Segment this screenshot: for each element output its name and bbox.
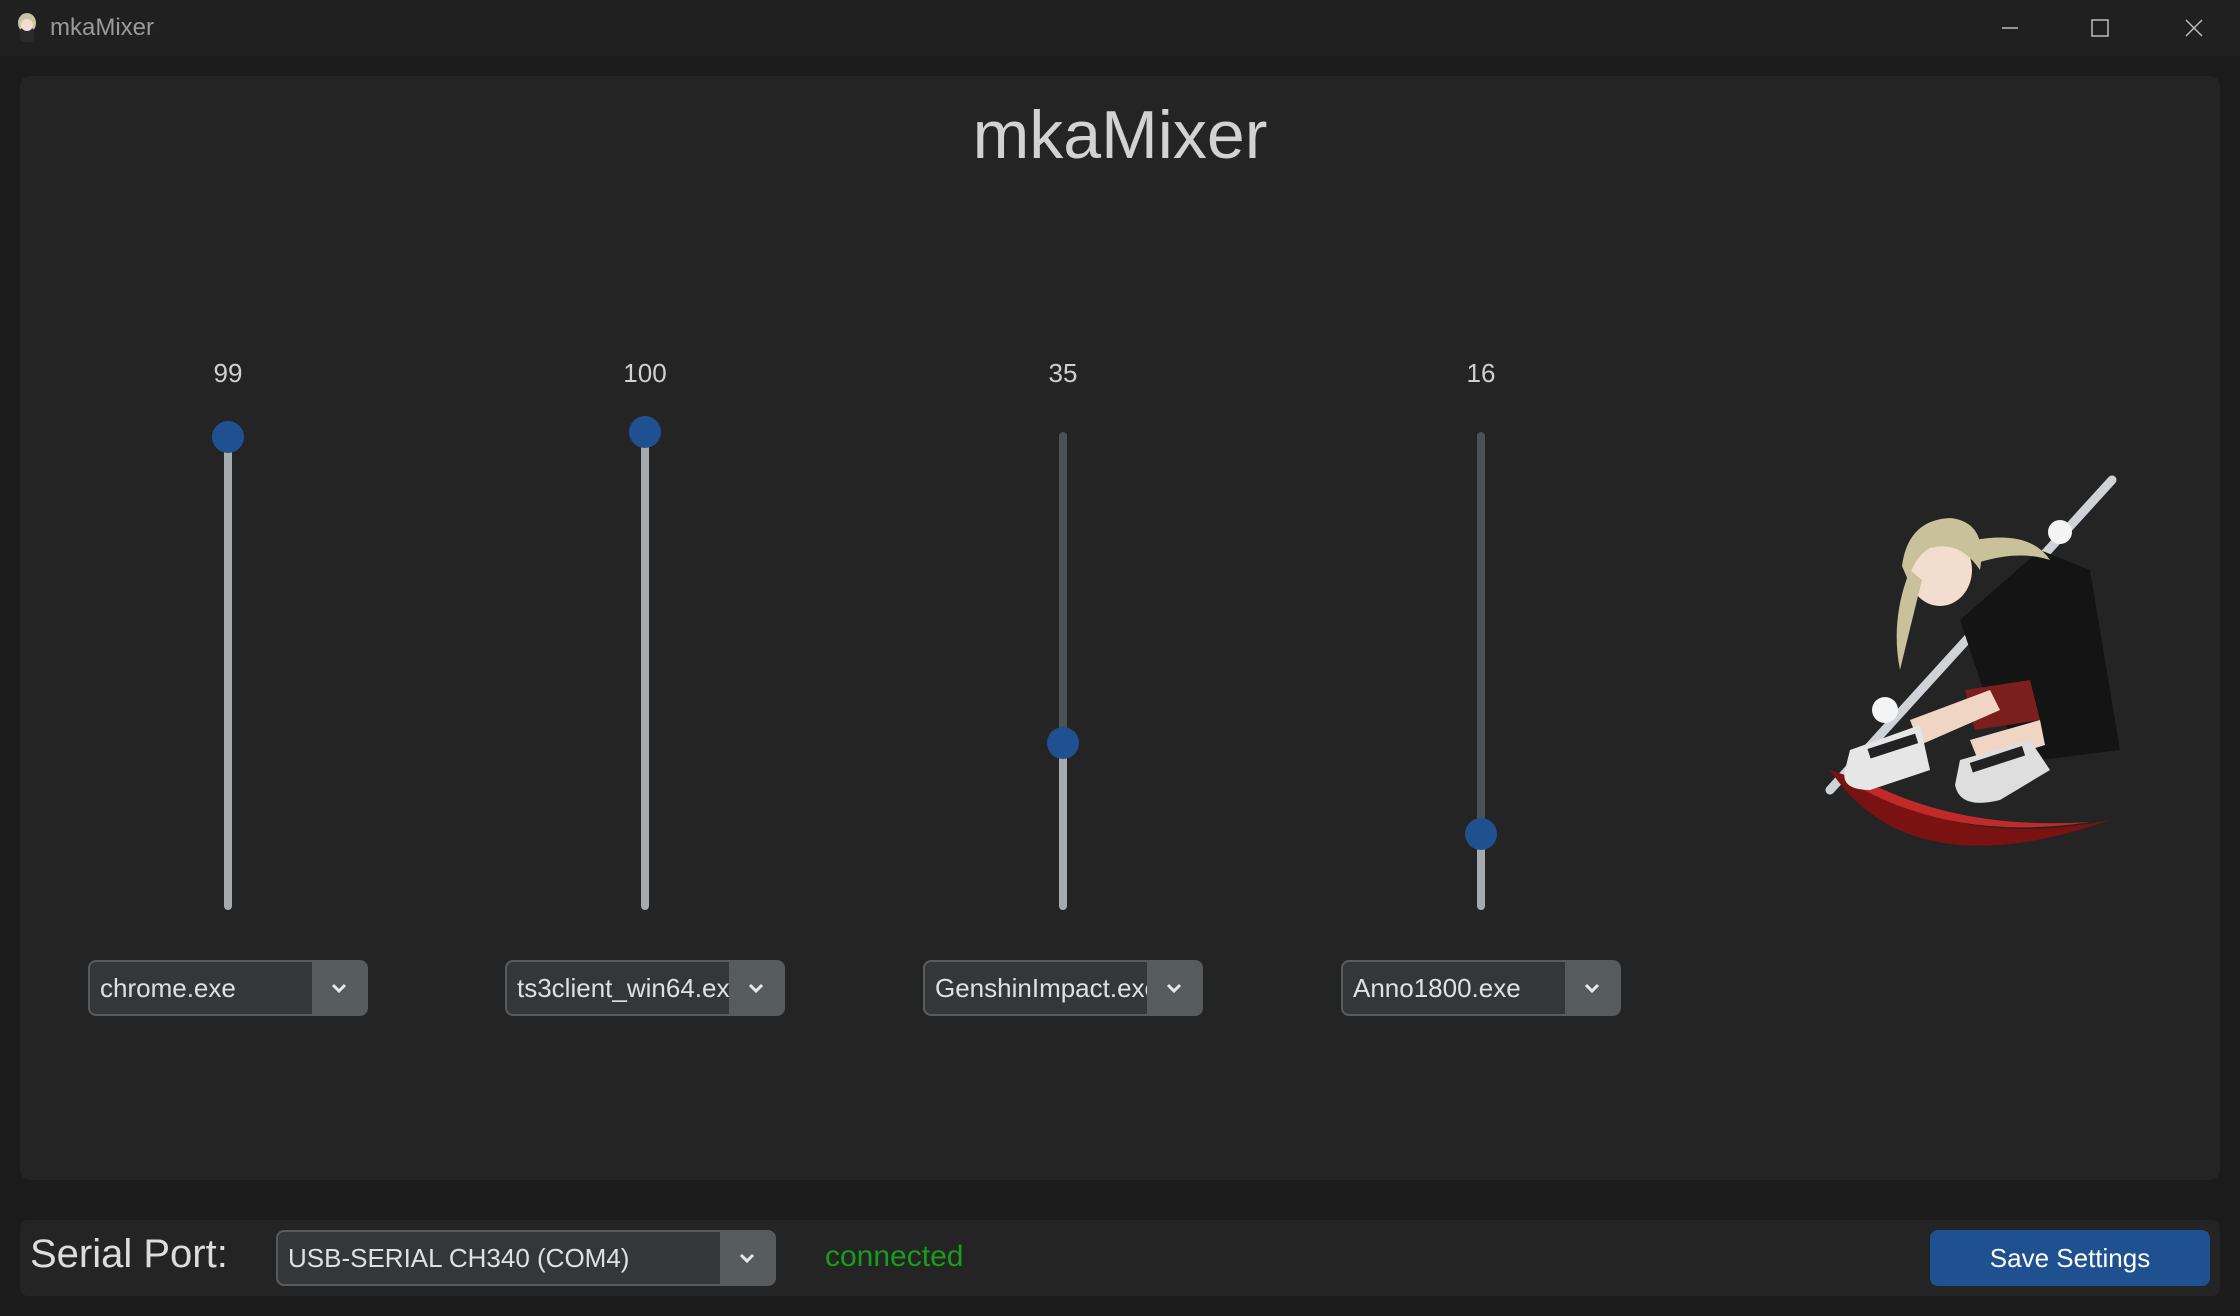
channel-4: 16 Anno1800.exe <box>1341 340 1621 1040</box>
maximize-button[interactable] <box>2054 0 2146 56</box>
app-select-arrow[interactable] <box>1147 962 1201 1014</box>
chevron-down-icon <box>1584 983 1600 994</box>
app-select[interactable]: ts3client_win64.exe <box>505 960 785 1016</box>
app-icon <box>18 13 36 42</box>
app-select-value: Anno1800.exe <box>1343 962 1565 1014</box>
app-select-arrow[interactable] <box>1565 962 1619 1014</box>
volume-slider[interactable] <box>212 420 244 910</box>
chevron-down-icon <box>739 1253 755 1264</box>
maximize-icon <box>2091 19 2109 37</box>
app-select[interactable]: Anno1800.exe <box>1341 960 1621 1016</box>
chevron-down-icon <box>1166 983 1182 994</box>
slider-thumb[interactable] <box>1465 817 1497 850</box>
app-select-value: ts3client_win64.exe <box>507 962 729 1014</box>
mascot-image <box>1825 475 2120 846</box>
slider-thumb[interactable] <box>629 416 661 448</box>
app-select[interactable]: chrome.exe <box>88 960 368 1016</box>
minimize-button[interactable] <box>1964 0 2056 56</box>
channel-2: 100 ts3client_win64.exe <box>505 340 785 1040</box>
app-select-value: chrome.exe <box>90 962 312 1014</box>
chevron-down-icon <box>331 983 347 994</box>
minimize-icon <box>2002 27 2018 29</box>
volume-value: 100 <box>623 358 667 388</box>
app-select-arrow[interactable] <box>312 962 366 1014</box>
serial-port-arrow[interactable] <box>720 1232 774 1284</box>
volume-value: 35 <box>1048 358 1078 388</box>
slider-fill <box>641 432 649 910</box>
serial-port-label: Serial Port: <box>30 1232 228 1276</box>
app-select-arrow[interactable] <box>729 962 783 1014</box>
volume-slider[interactable] <box>1465 432 1497 910</box>
window-title: mkaMixer <box>50 14 155 41</box>
volume-slider[interactable] <box>629 416 661 910</box>
app-select[interactable]: GenshinImpact.exe <box>923 960 1203 1016</box>
slider-fill <box>224 436 232 910</box>
close-icon <box>2185 19 2203 37</box>
channel-1: 99 chrome.exe <box>88 340 368 1040</box>
slider-fill <box>1059 742 1067 910</box>
page-title: mkaMixer <box>972 97 1268 173</box>
volume-value: 16 <box>1466 358 1496 388</box>
connection-status: connected <box>825 1240 964 1273</box>
app-select-value: GenshinImpact.exe <box>925 962 1147 1014</box>
serial-port-value: USB-SERIAL CH340 (COM4) <box>278 1232 720 1284</box>
serial-port-select[interactable]: USB-SERIAL CH340 (COM4) <box>276 1230 776 1286</box>
slider-thumb[interactable] <box>1047 726 1079 759</box>
chevron-down-icon <box>748 983 764 994</box>
slider-thumb[interactable] <box>212 420 244 453</box>
volume-slider[interactable] <box>1047 432 1079 910</box>
save-settings-button[interactable]: Save Settings <box>1930 1230 2210 1286</box>
channel-3: 35 GenshinImpact.exe <box>923 340 1203 1040</box>
volume-value: 99 <box>213 358 243 388</box>
title-bar: mkaMixer <box>0 0 2240 56</box>
close-button[interactable] <box>2148 0 2240 56</box>
